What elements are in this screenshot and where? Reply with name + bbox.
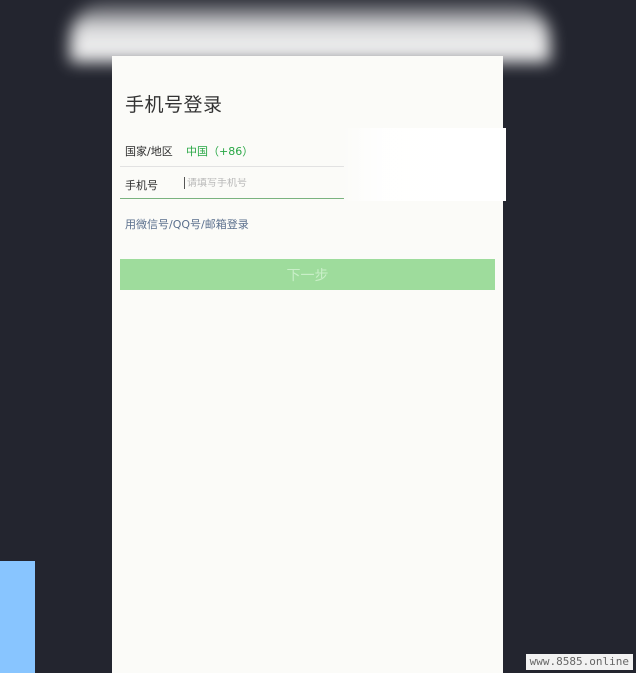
text-cursor: [184, 177, 185, 189]
phone-input-wrap[interactable]: [184, 171, 340, 195]
top-glow: [70, 0, 550, 62]
phone-input-underline: [120, 198, 344, 199]
left-accent-block: [0, 561, 35, 673]
country-divider: [120, 166, 344, 167]
page-title: 手机号登录: [125, 94, 223, 116]
phone-input[interactable]: [187, 177, 337, 189]
right-overlay: [342, 128, 506, 201]
alt-login-link[interactable]: 用微信号/QQ号/邮箱登录: [125, 216, 249, 232]
country-selector[interactable]: 中国（+86）: [186, 143, 253, 159]
next-button[interactable]: 下一步: [120, 259, 495, 290]
screen: 手机号登录 国家/地区 中国（+86） 手机号 用微信号/QQ号/邮箱登录 下一…: [0, 0, 636, 673]
login-panel: 手机号登录 国家/地区 中国（+86） 手机号 用微信号/QQ号/邮箱登录 下一…: [112, 56, 506, 673]
watermark: www.8585.online: [525, 654, 633, 670]
country-label: 国家/地区: [125, 145, 173, 158]
phone-label: 手机号: [125, 179, 158, 192]
